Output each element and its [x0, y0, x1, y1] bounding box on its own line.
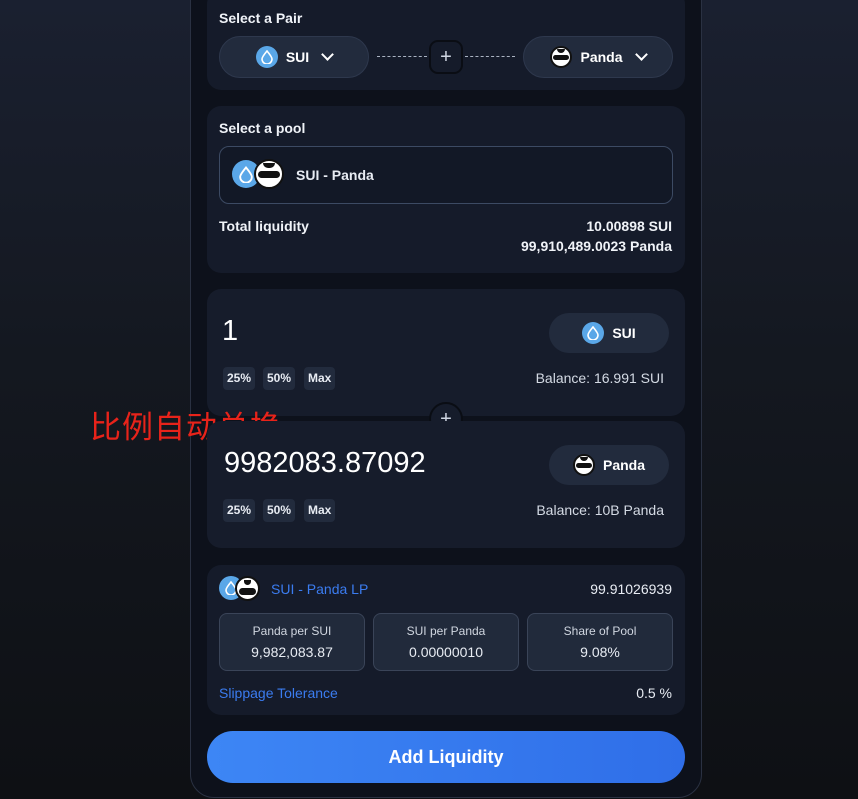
- input-b-token-label: Panda: [602, 457, 645, 473]
- panda-icon: [254, 159, 284, 189]
- add-liquidity-button[interactable]: Add Liquidity: [207, 731, 685, 783]
- select-pair-label: Select a Pair: [219, 10, 303, 26]
- chevron-down-icon: [321, 48, 335, 61]
- panda-icon: [235, 576, 260, 601]
- input-b-25-button[interactable]: 25%: [223, 499, 256, 522]
- token-b-select[interactable]: Panda: [523, 36, 673, 78]
- stat-title: Panda per SUI: [252, 624, 332, 638]
- input-a-token-button[interactable]: SUI: [549, 313, 669, 353]
- chevron-down-icon: [634, 48, 648, 61]
- stat-sui-per-panda: SUI per Panda 0.00000010: [373, 613, 519, 671]
- input-b-balance: Balance: 10B Panda: [536, 502, 664, 518]
- stat-title: Share of Pool: [563, 624, 637, 638]
- input-b-token-button[interactable]: Panda: [549, 445, 669, 485]
- input-a-25-button[interactable]: 25%: [223, 367, 256, 390]
- panda-icon: [550, 46, 573, 68]
- slippage-tolerance-link[interactable]: Slippage Tolerance: [219, 685, 338, 701]
- lp-name[interactable]: SUI - Panda LP: [271, 581, 368, 597]
- input-a-max-button[interactable]: Max: [304, 367, 336, 390]
- input-a-token-label: SUI: [612, 325, 636, 341]
- total-liquidity-label: Total liquidity: [219, 218, 309, 234]
- token-b-label: Panda: [580, 49, 623, 65]
- slippage-value: 0.5 %: [636, 685, 672, 701]
- stat-value: 9.08%: [580, 644, 620, 660]
- liquidity-b-value: 99,910,489.0023 Panda: [520, 238, 672, 254]
- stat-title: SUI per Panda: [406, 624, 486, 638]
- sui-icon: [582, 322, 605, 344]
- plus-icon: +: [429, 40, 463, 74]
- token-a-label: SUI: [285, 49, 310, 65]
- pool-selected-label: SUI - Panda: [296, 167, 374, 183]
- pool-select[interactable]: SUI - Panda: [219, 146, 673, 204]
- input-b-50-button[interactable]: 50%: [263, 499, 296, 522]
- pair-connector-right: [465, 56, 515, 57]
- input-b-max-button[interactable]: Max: [304, 499, 336, 522]
- stat-value: 9,982,083.87: [251, 644, 333, 660]
- input-a-balance: Balance: 16.991 SUI: [535, 370, 664, 386]
- select-pool-label: Select a pool: [219, 120, 306, 136]
- token-a-select[interactable]: SUI: [219, 36, 369, 78]
- input-a-50-button[interactable]: 50%: [263, 367, 296, 390]
- stat-share-of-pool: Share of Pool 9.08%: [527, 613, 673, 671]
- sui-icon: [255, 46, 278, 68]
- input-a-amount[interactable]: 1: [222, 315, 238, 348]
- liquidity-a-value: 10.00898 SUI: [586, 218, 672, 234]
- stat-panda-per-sui: Panda per SUI 9,982,083.87: [219, 613, 365, 671]
- lp-amount: 99.91026939: [590, 581, 672, 597]
- pair-connector-left: [377, 56, 427, 57]
- input-b-amount[interactable]: 9982083.87092: [224, 447, 426, 480]
- stat-value: 0.00000010: [409, 644, 483, 660]
- panda-icon: [572, 454, 595, 476]
